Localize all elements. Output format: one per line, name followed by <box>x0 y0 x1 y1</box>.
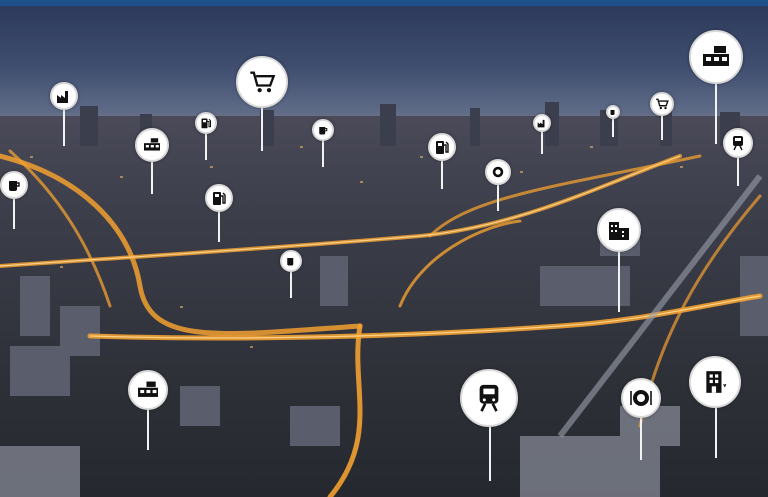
pin-head <box>460 369 518 427</box>
pin-stem <box>147 410 149 450</box>
pin-stem <box>612 119 614 137</box>
factory-icon <box>537 119 545 128</box>
pin-stem <box>151 162 153 194</box>
pin-head <box>128 370 168 410</box>
bus-stop-icon <box>703 46 729 66</box>
bus-stop-icon <box>144 138 160 151</box>
pin-stem <box>290 272 292 298</box>
pin-stem <box>715 408 717 458</box>
pin-stem <box>13 199 15 229</box>
pin-head <box>135 128 169 162</box>
pin-head <box>280 250 302 272</box>
pin-stem <box>737 158 739 186</box>
pin-head <box>689 356 741 408</box>
dining-plate-icon <box>492 166 504 178</box>
pin-head <box>428 133 456 161</box>
pin-head <box>597 208 641 252</box>
pin-stem <box>661 116 663 140</box>
pin-stem <box>261 106 263 151</box>
city-night-photo <box>0 6 768 497</box>
distant-buildings <box>80 102 740 146</box>
pin-stem <box>640 418 642 460</box>
city-illustration <box>0 102 768 497</box>
pin-head <box>50 82 78 110</box>
pin-stem <box>322 141 324 167</box>
train-icon <box>479 384 499 412</box>
coffee-cup-icon <box>319 127 328 135</box>
pin-head <box>195 112 217 134</box>
coffee-cup-icon <box>287 258 294 266</box>
pin-head <box>650 92 674 116</box>
pin-head <box>236 56 288 108</box>
pin-stem <box>205 134 207 160</box>
pin-head <box>312 119 334 141</box>
pin-stem <box>63 110 65 146</box>
pin-stem <box>497 185 499 211</box>
bus-stop-icon <box>138 381 158 397</box>
pin-head <box>0 171 28 199</box>
pin-head <box>533 114 551 132</box>
factory-icon <box>57 91 68 103</box>
pin-stem <box>489 427 491 481</box>
fuel-pump-icon <box>201 118 212 129</box>
coffee-cup-icon <box>610 110 615 115</box>
pin-stem <box>441 161 443 189</box>
pin-head <box>205 184 233 212</box>
pin-stem <box>218 212 220 242</box>
shopping-cart-icon <box>250 71 276 93</box>
pin-head <box>621 378 661 418</box>
pin-head <box>723 128 753 158</box>
dining-plate-icon <box>630 390 652 406</box>
fuel-pump-icon <box>213 192 226 205</box>
pin-stem <box>715 84 717 144</box>
hotel-icon <box>706 371 727 393</box>
highway-highlights <box>0 155 761 339</box>
pin-head <box>606 105 620 119</box>
pin-stem <box>541 132 543 154</box>
coffee-cup-icon <box>9 181 20 191</box>
office-buildings-icon <box>609 222 629 240</box>
pin-head <box>485 159 511 185</box>
train-icon <box>733 136 743 151</box>
pin-head <box>689 30 743 84</box>
pin-stem <box>618 252 620 312</box>
fuel-pump-icon <box>436 141 449 154</box>
shopping-cart-icon <box>656 98 669 110</box>
